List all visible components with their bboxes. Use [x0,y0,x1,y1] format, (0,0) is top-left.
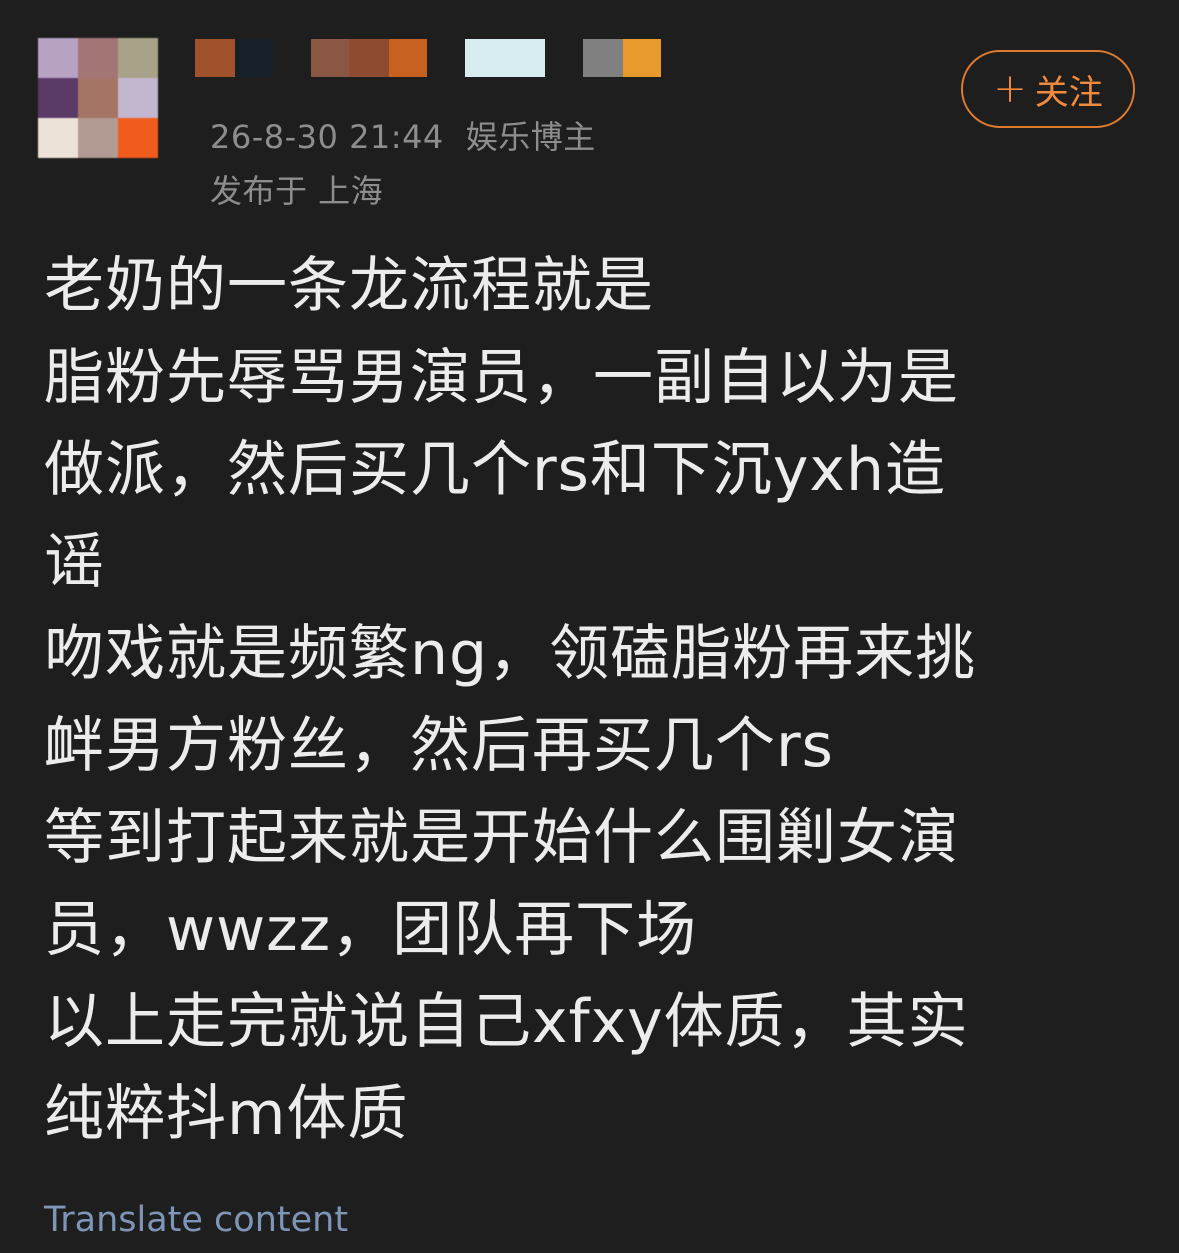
avatar[interactable] [38,38,158,158]
content-line: 脂粉先辱骂男演员，一副自以为是 [44,343,959,413]
username-mosaic-tile [465,39,545,77]
follow-button[interactable]: + 关注 [961,50,1135,128]
post-meta: 26-8-30 21:44 娱乐博主 [210,112,596,158]
username-mosaic-tile [623,39,661,77]
post-content: 老奶的一条龙流程就是 脂粉先辱骂男演员，一副自以为是 做派，然后买几个rs和下沉… [44,240,1144,1160]
avatar-mosaic-tile [118,38,158,78]
avatar-mosaic-tile [38,118,78,158]
avatar-mosaic-tile [78,78,118,118]
content-line: 等到打起来就是开始什么围剿女演 [44,803,959,873]
content-line: 老奶的一条龙流程就是 [44,251,654,321]
author-tag: 娱乐博主 [465,118,596,156]
username-mosaic-tile [545,39,583,77]
content-line: 做派，然后买几个rs和下沉yxh造 [44,435,946,505]
username-mosaic-tile [349,39,389,77]
content-line: 衅男方粉丝，然后再买几个rs [44,711,834,781]
avatar-mosaic-tile [38,38,78,78]
avatar-mosaic-tile [118,78,158,118]
username-mosaic-tile [195,39,235,77]
content-line: 吻戏就是频繁ng，领磕脂粉再来挑 [44,619,977,689]
post-timestamp: 26-8-30 21:44 [210,118,444,156]
content-line: 谣 [44,527,105,597]
avatar-mosaic-tile [78,118,118,158]
plus-icon: + [993,66,1027,112]
avatar-mosaic-tile [38,78,78,118]
avatar-mosaic-tile [118,118,158,158]
content-line: 纯粹抖m体质 [44,1079,409,1149]
post-card: 26-8-30 21:44 娱乐博主 发布于 上海 + 关注 老奶的一条龙流程就是… [0,0,1179,1253]
username-pixelated[interactable] [195,39,675,77]
translate-link[interactable]: Translate content [44,1200,348,1240]
username-mosaic-tile [427,39,465,77]
username-mosaic-tile [583,39,623,77]
follow-label: 关注 [1034,72,1103,113]
username-mosaic-tile [235,39,273,77]
avatar-mosaic-tile [78,38,118,78]
username-mosaic-tile [389,39,427,77]
content-line: 以上走完就说自己xfxy体质，其实 [44,987,969,1057]
username-mosaic-tile [311,39,349,77]
content-line: 员，wwzz，团队再下场 [44,895,698,965]
post-location: 发布于 上海 [210,172,384,210]
username-mosaic-tile [273,39,311,77]
